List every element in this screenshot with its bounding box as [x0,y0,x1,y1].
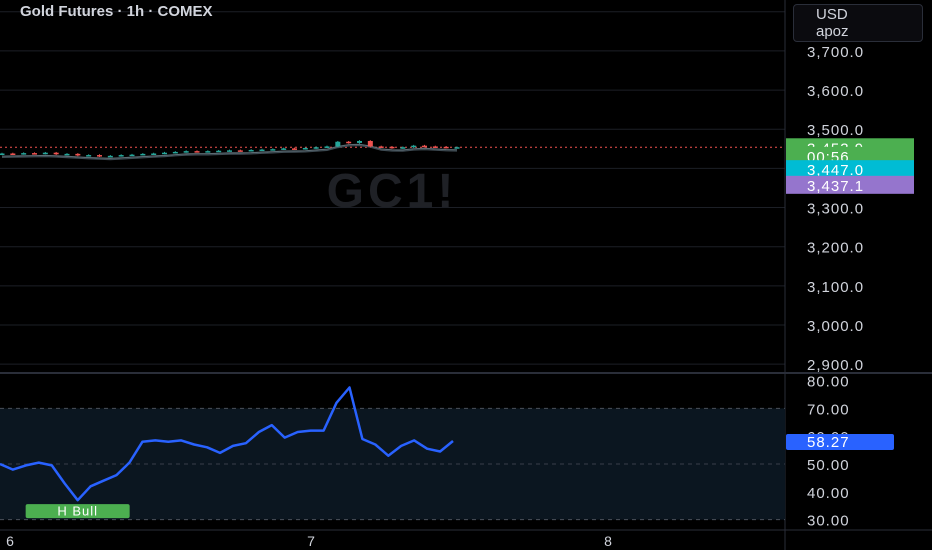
candle-body [32,153,37,155]
rsi-tick-label: 70.00 [807,401,850,418]
candle-body [237,150,243,152]
candle-body [259,149,265,152]
candle-body [183,151,189,153]
price-tick-label: 3,600.0 [807,83,864,100]
rsi-tick-label: 50.00 [807,457,850,474]
time-tick-label: 7 [307,533,315,549]
candle-body [389,146,395,149]
candle-body [162,152,167,155]
candle-body [367,140,373,147]
candle-body [107,155,113,158]
candle-body [97,155,102,157]
candle-body [151,153,157,155]
chart-svg: GC1!3,800.03,700.03,600.03,500.03,300.03… [0,0,932,550]
candle-body [454,147,460,149]
candle-body [292,148,297,150]
candle-body [302,148,308,150]
rsi-tick-label: 40.00 [807,485,850,502]
candle-body [357,140,362,143]
rsi-tick-label: 80.00 [807,374,850,391]
currency-label: USD [816,6,848,23]
price-tick-label: 3,500.0 [807,122,864,139]
candle-body [313,147,319,149]
candle-body [75,153,81,156]
candle-body [378,146,384,148]
candle-body [86,155,92,157]
candle-body [227,150,232,152]
unit-label: apoz [816,23,849,40]
candle-body [172,151,178,154]
candle-body [335,141,341,147]
candle-body [248,149,254,152]
currency-unit-selector[interactable]: USD apoz [793,4,923,42]
price-tick-label: 3,100.0 [807,279,864,296]
candle-body [10,153,16,155]
time-tick-label: 8 [604,533,612,549]
candle-body [0,153,5,155]
candle-body [346,141,352,144]
candle-body [216,150,222,153]
candle-body [140,153,146,156]
candle-body [42,152,48,155]
price-tick-label: 3,200.0 [807,240,864,257]
candle-body [205,151,211,153]
candle-body [270,149,276,151]
candle-body [21,153,27,155]
candle-body [400,147,406,149]
candle-body [443,146,449,149]
time-tick-label: 6 [6,533,14,549]
candle-body [118,155,124,157]
candle-body [129,154,135,157]
candle-body [281,148,287,150]
candle-body [411,145,417,148]
price-tick-label: 3,700.0 [807,44,864,61]
candle-body [432,146,438,148]
candle-body [324,146,330,148]
candle-body [53,152,59,155]
candle-body [422,145,427,148]
price-tick-label: 3,000.0 [807,318,864,335]
chart-title: Gold Futures · 1h · COMEX [20,3,213,20]
candle-body [194,151,200,153]
rsi-tick-label: 30.00 [807,513,850,530]
price-label-text: 3,437.1 [807,178,864,195]
price-tick-label: 3,300.0 [807,201,864,218]
price-tick-label: 2,900.0 [807,357,864,374]
bull-label-text: H Bull [57,504,98,519]
watermark-symbol: GC1! [327,165,458,218]
candle-body [64,153,70,156]
rsi-current-label: 58.27 [807,434,850,451]
